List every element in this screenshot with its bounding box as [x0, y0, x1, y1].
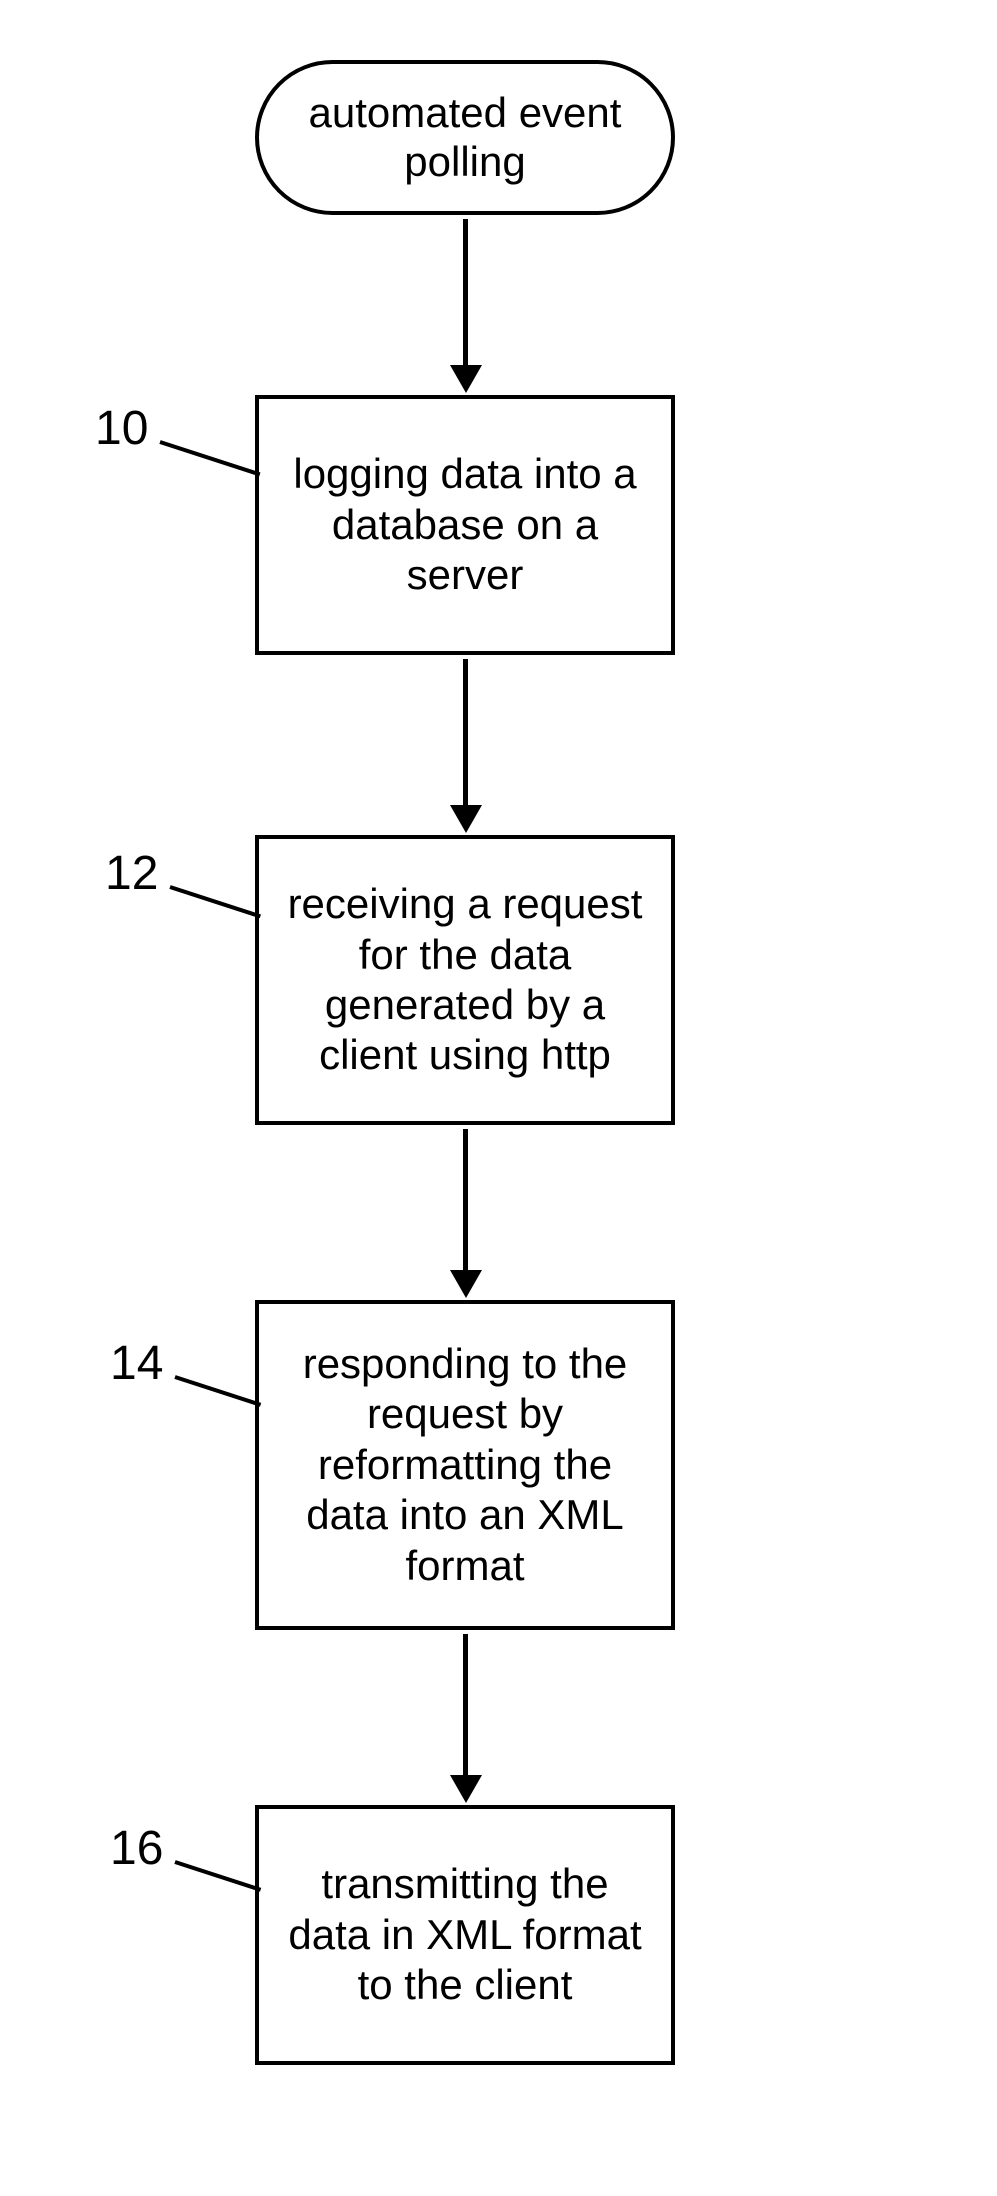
process-step-4: transmitting the data in XML format to t… [255, 1805, 675, 2065]
connector [463, 1129, 468, 1274]
process-text: transmitting the data in XML format to t… [279, 1859, 651, 2010]
lead-line [169, 885, 261, 918]
terminator-text: automated event polling [279, 89, 651, 186]
arrow-icon [450, 1270, 482, 1298]
lead-line [174, 1375, 261, 1407]
step-label-4: 16 [110, 1825, 163, 1873]
arrow-icon [450, 365, 482, 393]
lead-line [159, 440, 260, 476]
arrow-icon [450, 805, 482, 833]
process-step-1: logging data into a database on a server [255, 395, 675, 655]
connector [463, 1634, 468, 1779]
step-label-3: 14 [110, 1340, 163, 1388]
process-text: responding to the request by reformattin… [279, 1339, 651, 1591]
connector [463, 659, 468, 809]
terminator-start: automated event polling [255, 60, 675, 215]
lead-line [174, 1860, 261, 1892]
process-step-2: receiving a request for the data generat… [255, 835, 675, 1125]
process-step-3: responding to the request by reformattin… [255, 1300, 675, 1630]
arrow-icon [450, 1775, 482, 1803]
connector [463, 219, 468, 369]
process-text: receiving a request for the data generat… [279, 879, 651, 1081]
step-label-1: 10 [95, 405, 148, 453]
process-text: logging data into a database on a server [279, 449, 651, 600]
step-label-2: 12 [105, 850, 158, 898]
